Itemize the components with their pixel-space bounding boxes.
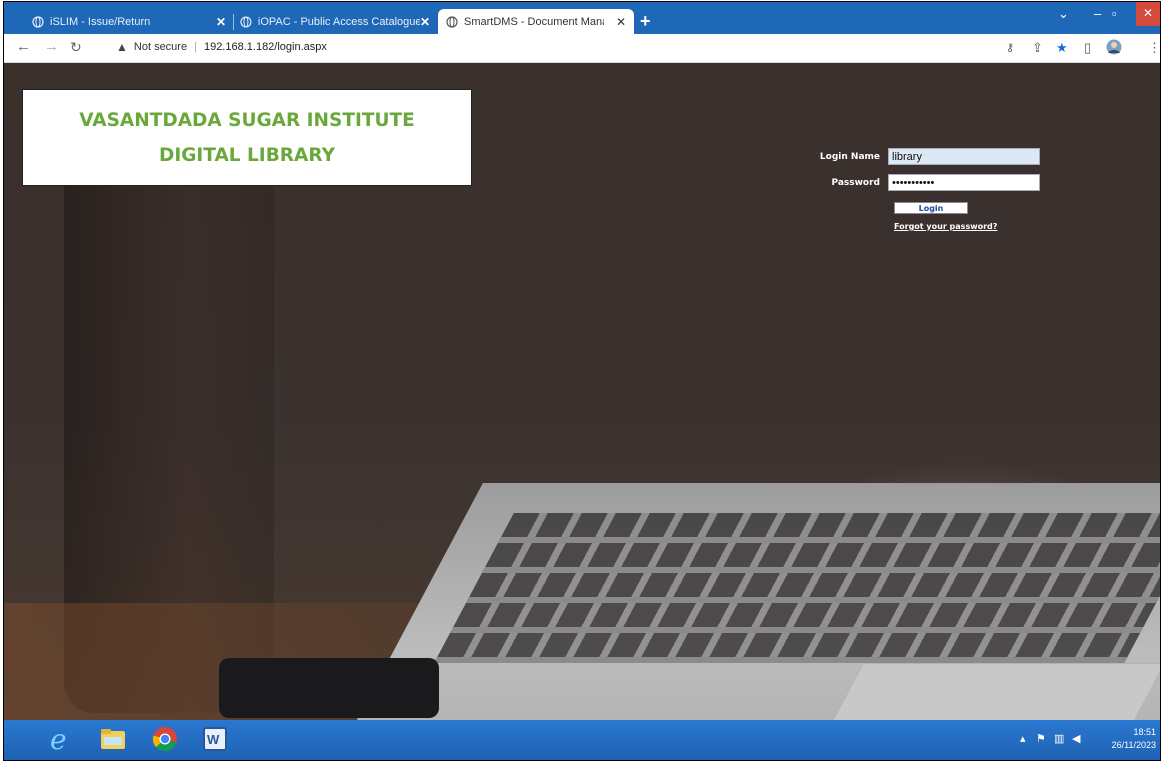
login-name-input[interactable] [888,148,1040,165]
login-name-row: Login Name [784,148,1040,165]
star-icon[interactable]: ★ [1056,39,1068,57]
login-name-label: Login Name [819,151,880,162]
clock-date: 26/11/2023 [1111,740,1156,750]
svg-text:e: e [50,725,67,753]
tab-islim[interactable]: iSLIM - Issue/Return ✕ [32,9,226,34]
library-name: DIGITAL LIBRARY [158,145,335,166]
security-label: Not secure [133,41,188,53]
password-label: Password [831,177,880,188]
close-tab-icon[interactable]: ✕ [216,15,226,29]
sidepanel-icon[interactable]: ▯ [1084,39,1091,57]
profile-avatar-icon[interactable] [1106,39,1122,60]
show-hidden-icons-icon[interactable]: ▴ [1020,732,1026,745]
window-close-button[interactable]: ✕ [1136,2,1160,26]
globe-icon [32,15,44,28]
close-tab-icon[interactable]: ✕ [420,15,430,29]
share-icon[interactable]: ⇪ [1032,39,1043,57]
clock-time: 18:51 [1133,727,1156,737]
globe-icon [240,15,252,28]
tab-iopac[interactable]: iOPAC - Public Access Catalogue ✕ [240,9,430,34]
browser-tab-strip: iSLIM - Issue/Return ✕ iOPAC - Public Ac… [4,2,1160,34]
network-icon[interactable]: ▥ [1054,732,1064,745]
close-tab-icon[interactable]: ✕ [616,15,626,29]
tab-title: iOPAC - Public Access Catalogue [257,15,420,28]
system-clock[interactable]: 18:51 26/11/2023 [1112,726,1156,752]
forward-arrow-icon[interactable]: → [44,38,59,56]
chrome-icon[interactable] [150,724,180,754]
institute-name: VASANTDADA SUGAR INSTITUTE [79,110,415,131]
file-explorer-icon[interactable] [98,724,128,754]
forgot-password-link[interactable]: Forgot your password? [894,222,997,231]
internet-explorer-icon[interactable]: e [46,724,76,754]
tab-search-icon[interactable]: ⌄ [1058,6,1069,22]
reload-icon[interactable]: ↻ [70,38,82,56]
background-trackpad-shape [824,663,1160,720]
screenshot-frame: iSLIM - Issue/Return ✕ iOPAC - Public Ac… [3,1,1161,761]
url-text: 192.168.1.182/login.aspx [203,41,327,53]
password-row: Password [784,174,1040,191]
warning-icon: ▲ [116,40,128,54]
back-arrow-icon[interactable]: ← [16,38,31,56]
tab-title: SmartDMS - Document Manager [464,15,604,28]
word-icon[interactable]: W [200,724,230,754]
background-keyboard-rows [434,513,1160,663]
menu-icon[interactable]: ⋮ [1148,39,1160,57]
restore-icon[interactable]: ▫ [1112,6,1117,21]
tab-smartdms[interactable]: SmartDMS - Document Manager ✕ [438,9,634,34]
login-button[interactable]: Login [894,202,968,214]
windows-taskbar: e W ▴ ⚑ ▥ ◀ 18:51 26/11/2023 [4,720,1160,760]
background-phone-shape [219,658,439,718]
address-bar: ← → ↻ ▲ Not secure | 192.168.1.182/login… [4,34,1160,63]
minimize-icon[interactable]: – [1094,6,1101,21]
url-field[interactable]: ▲ Not secure | 192.168.1.182/login.aspx [116,40,327,54]
volume-muted-icon[interactable]: ◀ [1072,732,1080,745]
globe-icon [446,15,458,28]
action-center-flag-icon[interactable]: ⚑ [1036,732,1046,745]
tab-separator [233,14,234,30]
institute-logo-box: VASANTDADA SUGAR INSTITUTE DIGITAL LIBRA… [22,89,472,186]
svg-text:W: W [207,732,220,747]
password-input[interactable] [888,174,1040,191]
url-divider: | [194,41,197,53]
key-icon[interactable]: ⚷ [1006,39,1014,57]
tab-title: iSLIM - Issue/Return [50,15,151,28]
new-tab-button[interactable]: + [640,9,651,34]
